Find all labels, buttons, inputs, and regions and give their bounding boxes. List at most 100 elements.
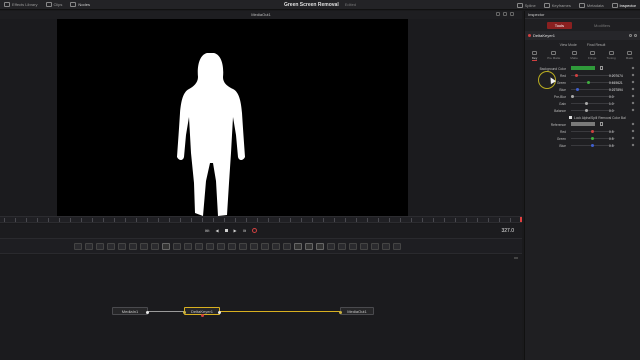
effects-library-button[interactable]: Effects Library <box>0 0 42 10</box>
prop-preblur[interactable]: Pre-Blur 0.0 <box>525 93 640 100</box>
node-tool-icon[interactable] <box>184 243 192 250</box>
go-to-start-button[interactable]: ItIt <box>205 228 209 233</box>
node-tool-icon[interactable] <box>371 243 379 250</box>
keyframes-button[interactable]: Keyframes <box>540 0 575 10</box>
tool-reset-icon[interactable] <box>629 34 632 37</box>
node-tool-icon[interactable] <box>338 243 346 250</box>
ref-green-value[interactable]: 0.5 <box>609 137 614 141</box>
stop-button[interactable] <box>224 229 228 232</box>
prop-ref-green[interactable]: Green 0.5 <box>525 135 640 142</box>
keyframe-icon[interactable] <box>631 143 635 147</box>
balance-value[interactable]: 0.0 <box>609 109 614 113</box>
subtab-matte[interactable]: Matte <box>570 51 578 61</box>
keyframe-icon[interactable] <box>631 136 635 140</box>
node-tool-icon[interactable] <box>272 243 280 250</box>
node-editor-options-icon[interactable] <box>514 257 518 259</box>
prop-balance[interactable]: Balance 0.0 <box>525 107 640 114</box>
current-timecode[interactable]: 327.0 <box>501 228 514 234</box>
keyframe-icon[interactable] <box>631 80 635 84</box>
keyframe-icon[interactable] <box>631 101 635 105</box>
subtab-tuning[interactable]: Tuning <box>607 51 616 61</box>
node-tool-icon[interactable] <box>107 243 115 250</box>
lock-alpha-checkbox[interactable] <box>569 115 572 119</box>
prop-ref-blue[interactable]: Blue 0.5 <box>525 142 640 149</box>
ref-red-value[interactable]: 0.5 <box>609 130 614 134</box>
node-tool-icon[interactable] <box>74 243 82 250</box>
node-tool-icon[interactable] <box>118 243 126 250</box>
ref-blue-slider-knob[interactable] <box>591 143 594 147</box>
metadata-button[interactable]: Metadata <box>575 0 608 10</box>
keyframe-icon[interactable] <box>631 108 635 112</box>
tab-modifiers[interactable]: Modifiers <box>586 22 618 29</box>
play-reverse-button[interactable]: ◀ <box>215 228 218 233</box>
node-tool-icon[interactable] <box>217 243 225 250</box>
viewer-zoom-icon[interactable] <box>496 12 500 16</box>
node-tool-icon[interactable] <box>393 243 401 250</box>
keyframe-icon[interactable] <box>631 87 635 91</box>
gain-slider-knob[interactable] <box>585 101 588 105</box>
blue-value[interactable]: 0.227894 <box>609 88 623 92</box>
balance-slider-knob[interactable] <box>585 108 588 112</box>
node-mask-port[interactable] <box>201 314 204 317</box>
node-tool-icon[interactable] <box>261 243 269 250</box>
node-output-port[interactable] <box>218 310 221 314</box>
node-tool-icon[interactable] <box>305 243 313 250</box>
prop-lock-alpha[interactable]: Lock Alpha/Spill Removal Color Bal <box>525 114 640 121</box>
node-mediaout[interactable]: MediaOut1 <box>339 307 374 315</box>
prop-ref-red[interactable]: Red 0.5 <box>525 128 640 135</box>
node-tool-icon[interactable] <box>239 243 247 250</box>
keyframe-icon[interactable] <box>631 66 635 70</box>
viewer-canvas[interactable] <box>57 19 408 216</box>
gain-value[interactable]: 1.0 <box>609 102 614 106</box>
viewer-options-icon[interactable] <box>510 12 514 16</box>
play-button[interactable]: ▶ <box>234 228 237 233</box>
ref-red-slider-knob[interactable] <box>591 129 594 133</box>
subtab-pre-matte[interactable]: Pre Matte <box>547 51 560 61</box>
keyframe-icon[interactable] <box>631 129 635 133</box>
viewer[interactable] <box>0 19 522 216</box>
blue-slider-knob[interactable] <box>576 87 579 91</box>
prop-gain[interactable]: Gain 1.0 <box>525 100 640 107</box>
viewer-fit-icon[interactable] <box>503 12 507 16</box>
node-deltakeyer[interactable]: DeltaKeyer1 <box>183 307 221 317</box>
background-color-swatch[interactable] <box>571 66 595 70</box>
node-tool-icon[interactable] <box>283 243 291 250</box>
tool-enable-icon[interactable] <box>528 34 531 37</box>
nodes-button[interactable]: Nodes <box>66 0 94 10</box>
ref-blue-value[interactable]: 0.5 <box>609 144 614 148</box>
green-slider-knob[interactable] <box>587 80 590 84</box>
tab-tools[interactable]: Tools <box>546 21 573 29</box>
node-tool-icon[interactable] <box>250 243 258 250</box>
subtab-mask[interactable]: Mask <box>626 51 633 61</box>
subtab-key[interactable]: Key <box>532 51 538 61</box>
timeline-ruler[interactable] <box>0 216 522 223</box>
node-tool-icon[interactable] <box>349 243 357 250</box>
preblur-value[interactable]: 0.0 <box>609 95 614 99</box>
playhead[interactable] <box>520 217 522 222</box>
eyedropper-icon[interactable] <box>600 66 603 70</box>
ref-green-slider-knob[interactable] <box>591 136 594 140</box>
node-tool-icon[interactable] <box>162 243 170 250</box>
node-tool-icon[interactable] <box>316 243 324 250</box>
node-editor[interactable]: MediaIn1 DeltaKeyer1 MediaOut1 <box>0 255 522 360</box>
node-tool-icon[interactable] <box>327 243 335 250</box>
go-to-end-button[interactable]: IIt <box>243 228 246 233</box>
node-tool-icon[interactable] <box>85 243 93 250</box>
node-tool-icon[interactable] <box>96 243 104 250</box>
node-mediain[interactable]: MediaIn1 <box>112 307 149 315</box>
node-input-port[interactable] <box>183 310 186 314</box>
node-input-port[interactable] <box>339 310 342 314</box>
eyedropper-icon[interactable] <box>600 122 603 126</box>
red-value[interactable]: 0.207674 <box>609 74 623 78</box>
inspector-button[interactable]: Inspector <box>608 0 640 10</box>
node-tool-icon[interactable] <box>294 243 302 250</box>
keyframe-icon[interactable] <box>631 73 635 77</box>
node-tool-icon[interactable] <box>173 243 181 250</box>
node-tool-icon[interactable] <box>140 243 148 250</box>
view-mode-select[interactable]: Final Result <box>587 43 605 47</box>
subtab-fringe[interactable]: Fringe <box>588 51 596 61</box>
node-tool-icon[interactable] <box>195 243 203 250</box>
green-value[interactable]: 0.619621 <box>609 81 623 85</box>
keyframe-icon[interactable] <box>631 94 635 98</box>
node-tool-icon[interactable] <box>129 243 137 250</box>
